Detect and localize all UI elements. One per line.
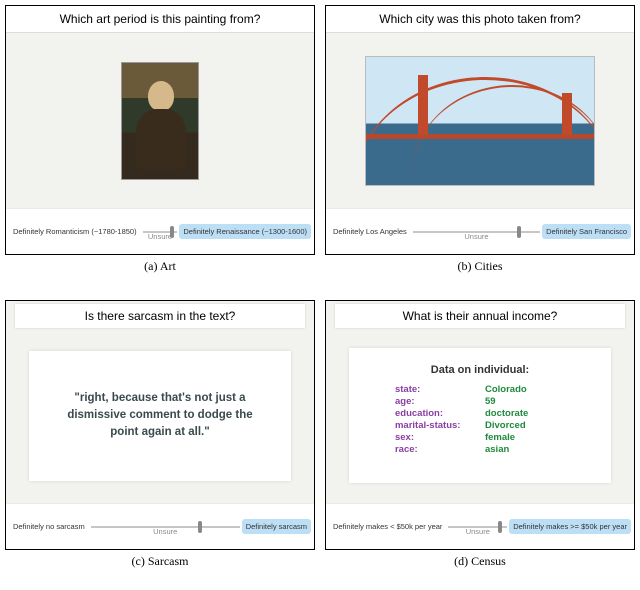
slider-left-census: Definitely makes < $50k per year xyxy=(329,519,446,534)
slider-art[interactable]: Unsure xyxy=(143,218,178,246)
caption-cities: (b) Cities xyxy=(458,259,503,274)
cell-census: What is their annual income? Data on ind… xyxy=(325,300,635,585)
content-sarcasm: "right, because that's not just a dismis… xyxy=(6,328,314,503)
k-race: race: xyxy=(395,444,485,455)
k-education: education: xyxy=(395,408,485,419)
content-census: Data on individual: state: Colorado age:… xyxy=(326,328,634,503)
slider-row-census: Definitely makes < $50k per year Unsure … xyxy=(326,503,634,549)
slider-right-sarcasm: Definitely sarcasm xyxy=(242,519,311,534)
census-table: state: Colorado age: 59 education: docto… xyxy=(395,384,565,455)
question-cities: Which city was this photo taken from? xyxy=(326,6,634,33)
k-marital: marital-status: xyxy=(395,420,485,431)
unsure-cities: Unsure xyxy=(464,232,488,241)
k-state: state: xyxy=(395,384,485,395)
census-card: Data on individual: state: Colorado age:… xyxy=(349,348,612,483)
photo-image xyxy=(365,56,595,186)
panel-sarcasm: Is there sarcasm in the text? "right, be… xyxy=(5,300,315,550)
v-education: doctorate xyxy=(485,408,565,419)
unsure-sarcasm: Unsure xyxy=(153,527,177,536)
slider-right-cities: Definitely San Francisco xyxy=(542,224,631,239)
v-state: Colorado xyxy=(485,384,565,395)
k-age: age: xyxy=(395,396,485,407)
sarcasm-card: "right, because that's not just a dismis… xyxy=(29,351,292,481)
slider-census[interactable]: Unsure xyxy=(448,513,507,541)
v-sex: female xyxy=(485,432,565,443)
slider-right-census: Definitely makes >= $50k per year xyxy=(509,519,631,534)
unsure-census: Unsure xyxy=(466,527,490,536)
unsure-art: Unsure xyxy=(148,232,172,241)
slider-thumb-sarcasm[interactable] xyxy=(198,521,202,533)
question-sarcasm: Is there sarcasm in the text? xyxy=(15,304,305,328)
census-heading: Data on individual: xyxy=(375,364,586,376)
slider-right-art: Definitely Renaissance (~1300-1600) xyxy=(179,224,311,239)
caption-sarcasm: (c) Sarcasm xyxy=(132,554,189,569)
content-art xyxy=(6,33,314,208)
question-census: What is their annual income? xyxy=(335,304,625,328)
figure-grid: Which art period is this painting from? … xyxy=(5,5,635,585)
slider-left-cities: Definitely Los Angeles xyxy=(329,224,411,239)
cell-sarcasm: Is there sarcasm in the text? "right, be… xyxy=(5,300,315,585)
sarcasm-quote: "right, because that's not just a dismis… xyxy=(55,390,265,440)
cell-art: Which art period is this painting from? … xyxy=(5,5,315,290)
v-age: 59 xyxy=(485,396,565,407)
panel-cities: Which city was this photo taken from? De… xyxy=(325,5,635,255)
slider-cities[interactable]: Unsure xyxy=(413,218,540,246)
slider-thumb-cities[interactable] xyxy=(517,226,521,238)
v-race: asian xyxy=(485,444,565,455)
painting-image xyxy=(121,62,199,180)
slider-row-cities: Definitely Los Angeles Unsure Definitely… xyxy=(326,208,634,254)
slider-left-sarcasm: Definitely no sarcasm xyxy=(9,519,89,534)
cell-cities: Which city was this photo taken from? De… xyxy=(325,5,635,290)
v-marital: Divorced xyxy=(485,420,565,431)
slider-sarcasm[interactable]: Unsure xyxy=(91,513,240,541)
caption-census: (d) Census xyxy=(454,554,506,569)
question-art: Which art period is this painting from? xyxy=(6,6,314,33)
k-sex: sex: xyxy=(395,432,485,443)
content-cities xyxy=(326,33,634,208)
slider-thumb-census[interactable] xyxy=(498,521,502,533)
slider-row-sarcasm: Definitely no sarcasm Unsure Definitely … xyxy=(6,503,314,549)
panel-census: What is their annual income? Data on ind… xyxy=(325,300,635,550)
caption-art: (a) Art xyxy=(144,259,176,274)
panel-art: Which art period is this painting from? … xyxy=(5,5,315,255)
slider-row-art: Definitely Romanticism (~1780-1850) Unsu… xyxy=(6,208,314,254)
slider-left-art: Definitely Romanticism (~1780-1850) xyxy=(9,224,141,239)
